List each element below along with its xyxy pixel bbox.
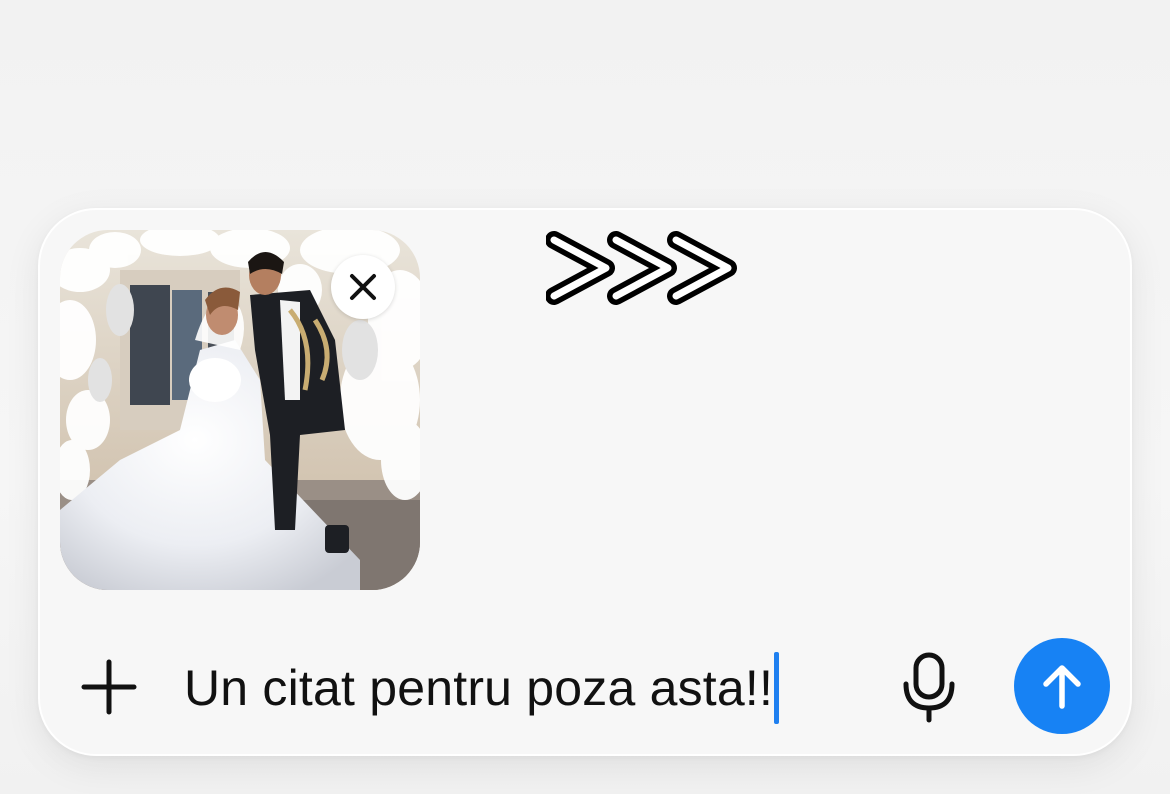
send-button[interactable] [1014, 638, 1110, 734]
microphone-icon [903, 652, 955, 723]
close-icon [350, 274, 376, 300]
add-attachment-button[interactable] [78, 656, 140, 718]
message-input[interactable]: Un citat pentru poza asta!! [184, 652, 780, 724]
arrow-up-icon [1043, 665, 1081, 709]
message-text: Un citat pentru poza asta!! [184, 660, 774, 716]
chevron-right-icon [545, 231, 737, 305]
text-cursor [774, 652, 780, 724]
plus-icon [81, 659, 137, 715]
remove-attachment-button[interactable] [331, 255, 395, 319]
triple-chevron-sticker [545, 230, 738, 306]
voice-input-button[interactable] [896, 650, 962, 726]
